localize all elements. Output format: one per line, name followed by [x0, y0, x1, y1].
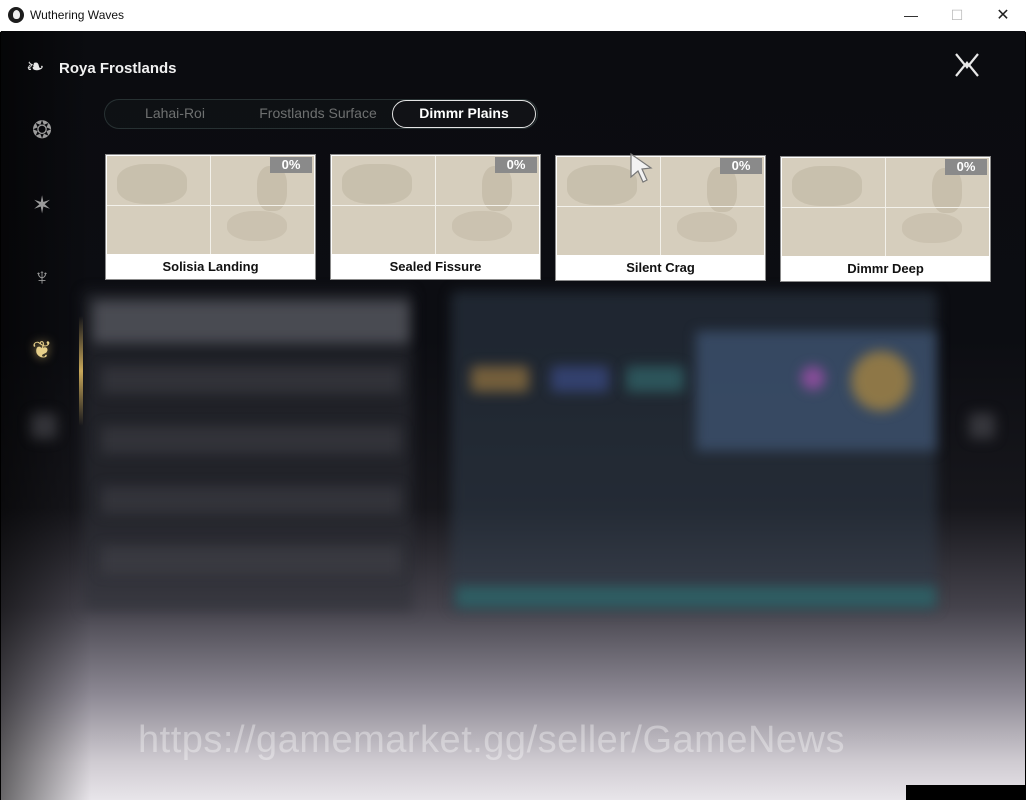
window-title: Wuthering Waves [30, 8, 125, 22]
background-panel-row [101, 366, 401, 394]
background-chip [471, 366, 529, 392]
background-chip [551, 366, 609, 392]
app-icon [8, 7, 24, 23]
area-card-dimmr-deep[interactable]: 0% Dimmr Deep [780, 156, 991, 282]
area-name: Solisia Landing [162, 259, 259, 274]
area-card-silent-crag[interactable]: 0% Silent Crag [555, 155, 766, 281]
background-panel-row [93, 301, 409, 343]
maximize-button[interactable]: ☐ [934, 0, 980, 31]
background-progress-strip [456, 586, 936, 608]
tab-lahai-roi[interactable]: Lahai-Roi [111, 100, 239, 126]
active-rail-indicator [79, 316, 83, 426]
background-panel-row [101, 486, 401, 514]
background-arrow-left [31, 413, 57, 439]
region-emblem-3-icon[interactable]: ♆ [25, 261, 59, 295]
region-title: Roya Frostlands [59, 60, 177, 77]
cursor-icon [630, 152, 653, 183]
window-title-bar: Wuthering Waves — ☐ ✕ [0, 0, 1026, 32]
area-map-thumbnail: 0% [107, 156, 314, 254]
area-name: Sealed Fissure [389, 259, 482, 274]
background-orb-pink [801, 366, 825, 390]
region-emblem-1-icon[interactable]: ❂ [25, 113, 59, 147]
area-name: Silent Crag [626, 260, 695, 275]
background-panel-row [101, 546, 401, 574]
close-window-button[interactable]: ✕ [980, 0, 1026, 31]
progress-badge: 0% [945, 159, 987, 175]
region-emblem-2-icon[interactable]: ✶ [25, 188, 59, 222]
minimize-button[interactable]: — [888, 0, 934, 31]
tab-dimmr-plains[interactable]: Dimmr Plains [392, 100, 536, 128]
progress-badge: 0% [495, 157, 537, 173]
background-panel-row [101, 426, 401, 454]
tab-frostlands-surface[interactable]: Frostlands Surface [243, 100, 393, 126]
area-map-thumbnail: 0% [557, 157, 764, 255]
taskbar-fragment [906, 785, 1025, 800]
area-map-thumbnail: 0% [782, 158, 989, 256]
region-logo-icon: ❧ [26, 54, 45, 79]
region-emblem-4-icon[interactable]: ❦ [25, 333, 59, 367]
progress-badge: 0% [720, 158, 762, 174]
background-arrow-right [969, 413, 995, 439]
close-map-button[interactable] [953, 51, 981, 79]
background-orb-gold [851, 351, 911, 411]
background-chip [626, 366, 684, 392]
area-name: Dimmr Deep [847, 261, 924, 276]
area-card-sealed-fissure[interactable]: 0% Sealed Fissure [330, 154, 541, 280]
progress-badge: 0% [270, 157, 312, 173]
game-viewport: ❧ Roya Frostlands ❂ ✶ ♆ ❦ Lahai-Roi Fros… [1, 31, 1025, 800]
watermark-text: https://gamemarket.gg/seller/GameNews [138, 719, 845, 761]
area-map-thumbnail: 0% [332, 156, 539, 254]
area-card-solisia-landing[interactable]: 0% Solisia Landing [105, 154, 316, 280]
